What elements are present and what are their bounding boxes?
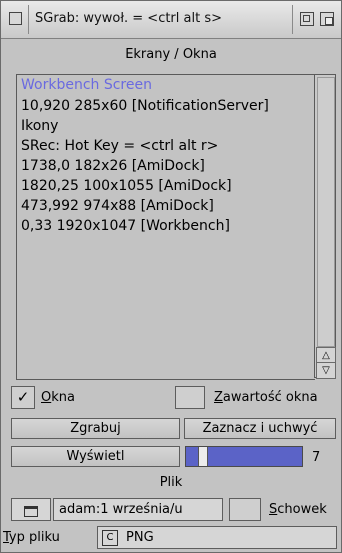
list-item[interactable]: 1820,25 100x1055 [AmiDock] <box>21 178 232 194</box>
windows-checkbox-label: Okna <box>41 390 75 405</box>
depth-icon[interactable] <box>320 12 334 26</box>
grab-button[interactable]: Zgrabuj <box>11 418 180 439</box>
file-path-input[interactable]: adam:1 września/u <box>53 498 223 521</box>
list-item[interactable]: 473,992 974x88 [AmiDock] <box>21 198 214 214</box>
content-checkbox[interactable] <box>175 386 205 409</box>
list-item[interactable]: 10,920 285x60 [NotificationServer] <box>21 98 269 114</box>
list-item[interactable]: 1738,0 182x26 [AmiDock] <box>21 158 205 174</box>
cycle-icon: C <box>102 530 118 546</box>
filetype-cycle[interactable]: C PNG <box>97 526 337 549</box>
list-item[interactable]: Workbench Screen <box>21 77 152 93</box>
title-separator <box>292 5 293 34</box>
delay-slider[interactable] <box>185 446 303 467</box>
slider-knob[interactable] <box>198 447 208 466</box>
list-item[interactable]: Ikony <box>21 118 58 134</box>
title-bar[interactable]: SGrab: wywoł. = <ctrl alt s> <box>1 1 341 39</box>
title-separator <box>28 5 29 34</box>
file-header: Plik <box>159 475 183 490</box>
list-item[interactable]: 0,33 1920x1047 [Workbench] <box>21 218 230 234</box>
content-checkbox-label: Zawartość okna <box>214 390 318 405</box>
filetype-label: Typ pliku <box>3 530 60 545</box>
show-button[interactable]: Wyświetl <box>11 446 180 467</box>
sgrab-window: SGrab: wywoł. = <ctrl alt s> Ekrany / Ok… <box>0 0 342 553</box>
clipboard-checkbox[interactable] <box>229 498 261 521</box>
windows-checkbox[interactable]: ✓ <box>11 386 35 409</box>
arrow-down-icon[interactable]: ▽ <box>316 362 336 379</box>
slider-value: 7 <box>312 450 321 465</box>
window-title: SGrab: wywoł. = <ctrl alt s> <box>35 11 222 26</box>
list-item[interactable]: SRec: Hot Key = <ctrl alt r> <box>21 138 218 154</box>
list-header: Ekrany / Okna <box>125 47 217 62</box>
scrollbar-knob[interactable] <box>317 77 335 347</box>
close-icon[interactable] <box>9 12 22 25</box>
select-grab-button[interactable]: Zaznacz i uchwyć <box>184 418 336 439</box>
clipboard-label: Schowek <box>269 502 327 517</box>
list-scrollbar[interactable]: △ ▽ <box>314 74 336 379</box>
screens-windows-list[interactable]: Workbench Screen 10,920 285x60 [Notifica… <box>16 74 315 380</box>
iconify-icon[interactable] <box>300 12 314 26</box>
drawer-icon[interactable] <box>11 498 51 521</box>
